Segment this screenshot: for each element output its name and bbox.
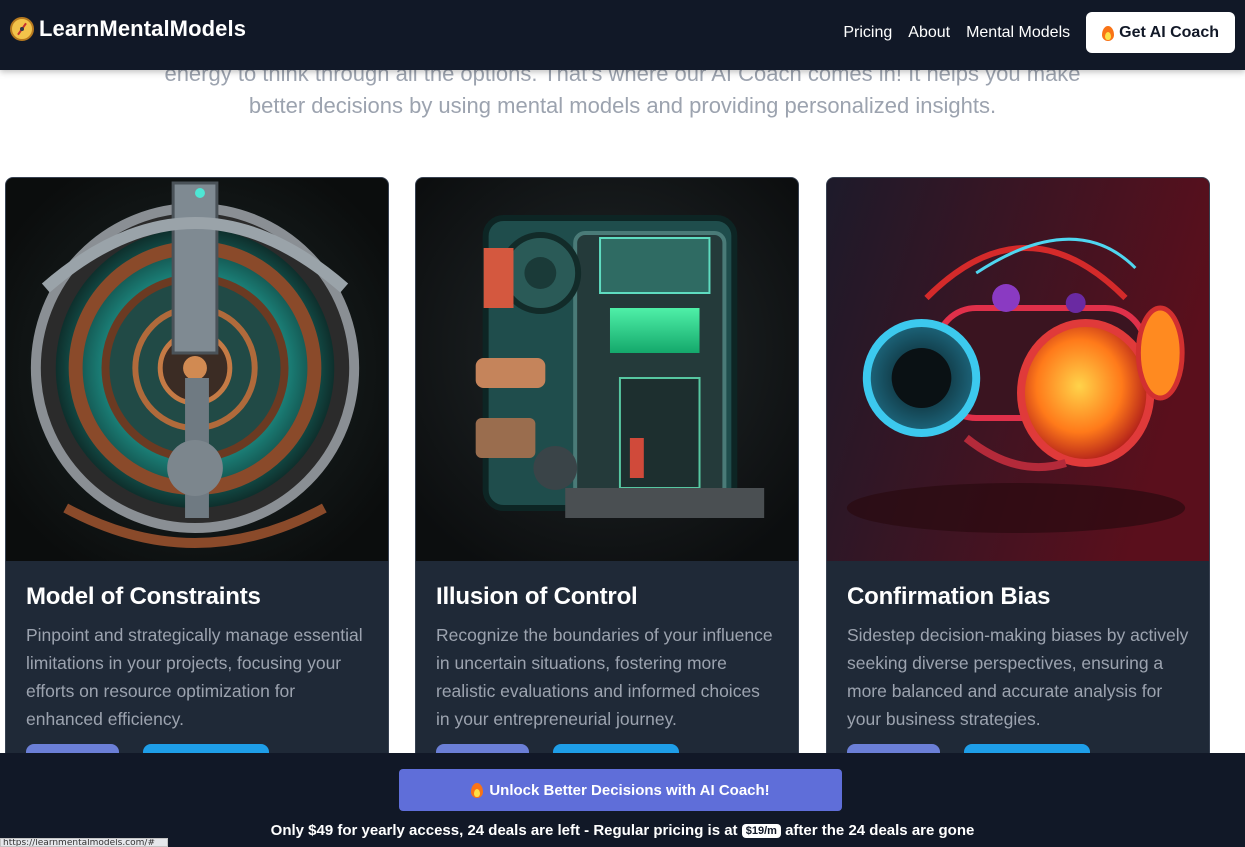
card-body: Confirmation Bias Sidestep decision-maki… [827,561,1209,733]
brand-name: LearnMentalModels [39,16,247,41]
card-description: Recognize the boundaries of your influen… [436,625,773,729]
price-badge: $19/m [741,824,781,838]
card-illusion-of-control: Illusion of Control Recognize the bounda… [415,177,799,817]
card-confirmation-bias: Confirmation Bias Sidestep decision-maki… [826,177,1210,817]
card-image-bias [827,178,1209,561]
pricing-prefix: Only $49 for yearly access, 24 deals are… [270,822,738,839]
card-image-constraints [6,178,388,561]
card-description: Sidestep decision-making biases by activ… [847,625,1189,729]
nav-link-pricing[interactable]: Pricing [843,24,892,42]
unlock-label: Unlock Better Decisions with AI Coach! [489,781,770,799]
card-body: Illusion of Control Recognize the bounda… [416,561,798,733]
get-ai-coach-button[interactable]: Get AI Coach [1086,12,1235,53]
get-ai-coach-label: Get AI Coach [1119,23,1219,41]
card-body: Model of Constraints Pinpoint and strate… [6,561,388,733]
card-title: Model of Constraints [26,583,261,610]
fire-icon [1102,25,1114,41]
status-bar-url: https://learnmentalmodels.com/# [0,838,168,847]
intro-line-2: better decisions by using mental models … [248,93,997,118]
nav-links: Pricing About Mental Models Get AI Coach [843,12,1235,53]
card-title: Confirmation Bias [847,583,1051,610]
navbar: LearnMentalModels Pricing About Mental M… [0,0,1245,70]
fire-icon [471,782,483,798]
card-title: Illusion of Control [436,583,638,610]
nav-link-mental-models[interactable]: Mental Models [966,24,1070,42]
promo-bar: Unlock Better Decisions with AI Coach! O… [0,753,1245,847]
card-model-of-constraints: Model of Constraints Pinpoint and strate… [5,177,389,817]
compass-icon [10,17,34,41]
brand-link[interactable]: LearnMentalModels [10,16,246,42]
pricing-suffix: after the 24 deals are gone [785,822,975,839]
card-description: Pinpoint and strategically manage essent… [26,625,363,729]
unlock-ai-coach-button[interactable]: Unlock Better Decisions with AI Coach! [399,769,842,811]
pricing-note: Only $49 for yearly access, 24 deals are… [0,822,1245,839]
card-image-control [416,178,798,561]
nav-link-about[interactable]: About [908,24,950,42]
